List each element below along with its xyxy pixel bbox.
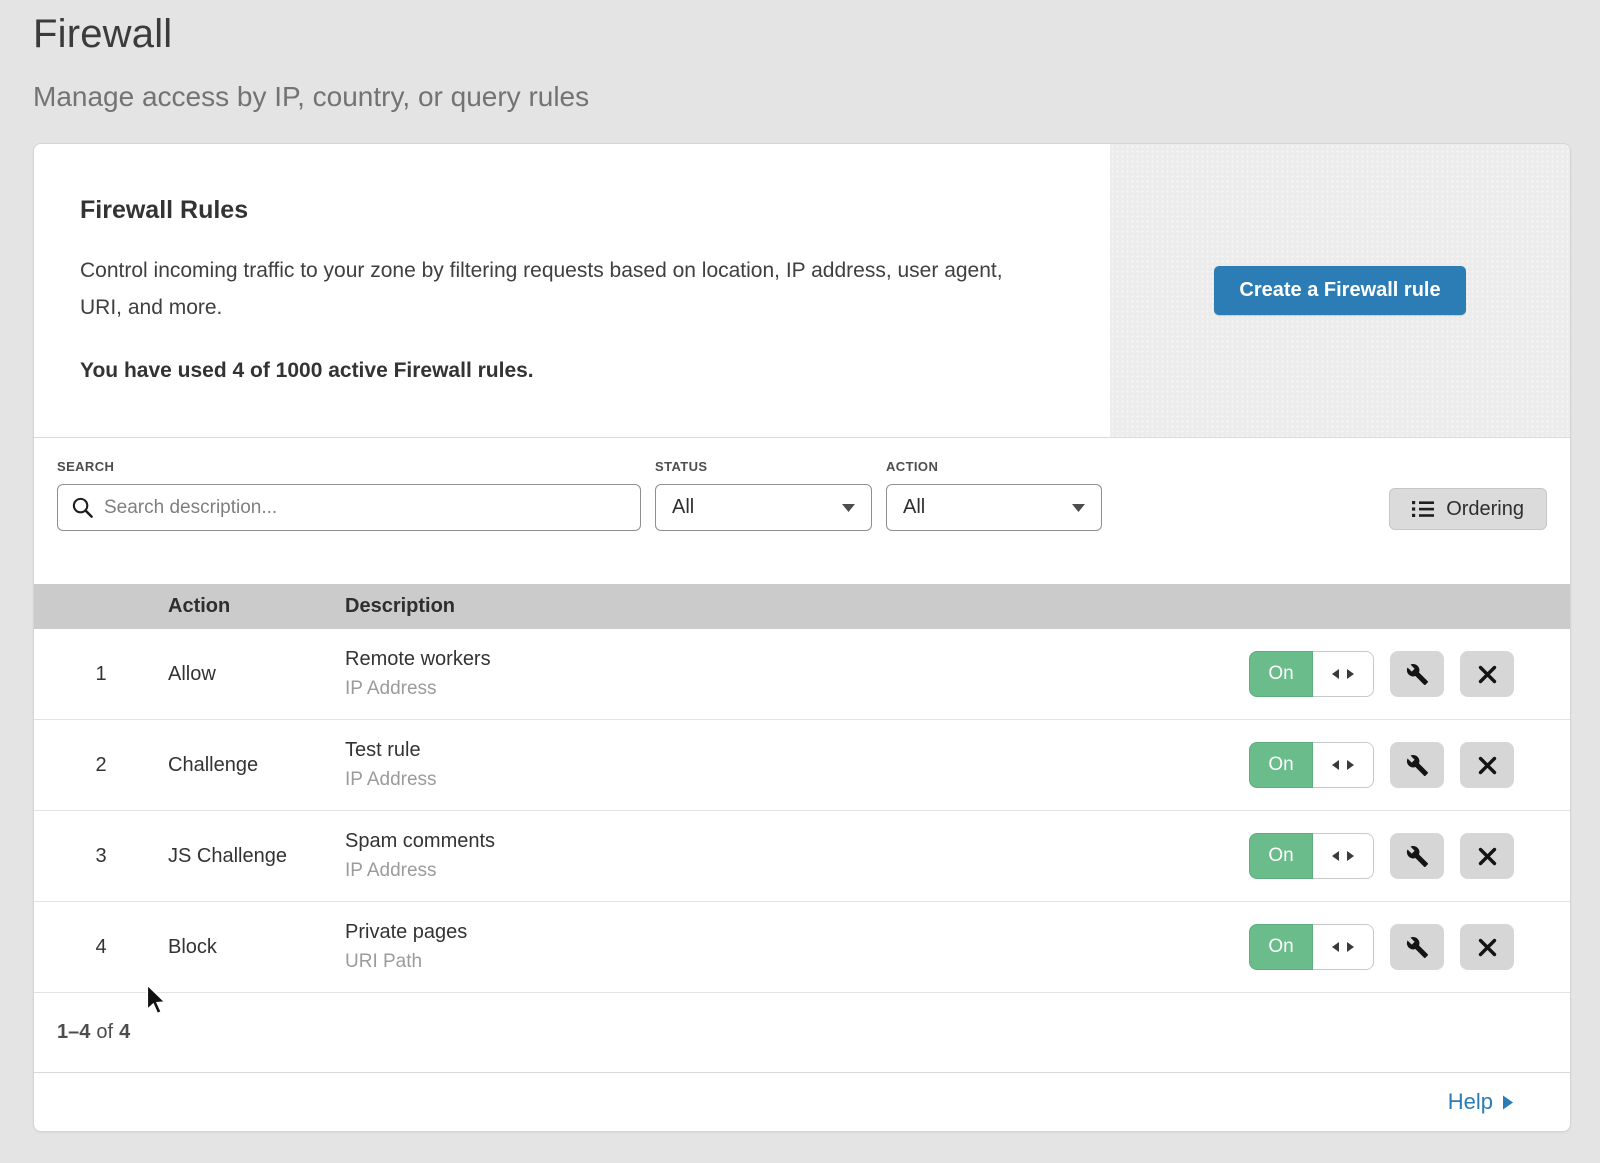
search-icon	[71, 496, 94, 519]
table-row: 2 Challenge Test rule IP Address On	[34, 720, 1570, 811]
action-select[interactable]: All	[886, 484, 1102, 531]
help-link[interactable]: Help	[1448, 1089, 1513, 1115]
pagination-of: of	[96, 1021, 113, 1044]
toggle-on-label: On	[1249, 742, 1313, 788]
rule-action: Allow	[168, 663, 345, 686]
close-icon	[1478, 756, 1497, 775]
rule-controls: On	[1249, 924, 1570, 970]
filter-bar: SEARCH STATUS All ACTION All	[34, 438, 1570, 584]
help-bar: Help	[34, 1073, 1570, 1131]
section-heading: Firewall Rules	[80, 196, 1064, 225]
rule-match-type: IP Address	[345, 769, 1249, 791]
wrench-icon	[1406, 663, 1429, 686]
rule-enabled-toggle[interactable]: On	[1249, 651, 1374, 697]
rule-description-cell: Remote workers IP Address	[345, 648, 1249, 700]
toggle-arrows-icon	[1313, 924, 1374, 970]
page-subtitle: Manage access by IP, country, or query r…	[33, 81, 1567, 113]
rule-enabled-toggle[interactable]: On	[1249, 833, 1374, 879]
rule-controls: On	[1249, 651, 1570, 697]
rule-match-type: IP Address	[345, 678, 1249, 700]
delete-rule-button[interactable]	[1460, 833, 1514, 879]
toggle-on-label: On	[1249, 651, 1313, 697]
list-icon	[1412, 500, 1434, 518]
section-description: Control incoming traffic to your zone by…	[80, 252, 1035, 326]
chevron-down-icon	[1072, 504, 1085, 512]
status-label: STATUS	[655, 459, 872, 474]
rule-priority: 3	[34, 845, 168, 868]
table-row: 3 JS Challenge Spam comments IP Address …	[34, 811, 1570, 902]
column-header-action: Action	[168, 595, 345, 618]
action-field-group: ACTION All	[886, 459, 1102, 531]
rule-match-type: URI Path	[345, 951, 1249, 973]
page-header: Firewall Manage access by IP, country, o…	[0, 0, 1600, 113]
edit-rule-button[interactable]	[1390, 924, 1444, 970]
usage-summary: You have used 4 of 1000 active Firewall …	[80, 359, 1064, 383]
edit-rule-button[interactable]	[1390, 742, 1444, 788]
delete-rule-button[interactable]	[1460, 924, 1514, 970]
intro-section: Firewall Rules Control incoming traffic …	[34, 144, 1570, 438]
chevron-down-icon	[842, 504, 855, 512]
wrench-icon	[1406, 754, 1429, 777]
column-header-description: Description	[345, 595, 1570, 618]
rule-description: Private pages	[345, 921, 1249, 944]
create-rule-panel: Create a Firewall rule	[1110, 144, 1570, 437]
toggle-arrows-icon	[1313, 833, 1374, 879]
rule-description: Remote workers	[345, 648, 1249, 671]
edit-rule-button[interactable]	[1390, 833, 1444, 879]
toggle-arrows-icon	[1313, 651, 1374, 697]
action-label: ACTION	[886, 459, 1102, 474]
wrench-icon	[1406, 845, 1429, 868]
wrench-icon	[1406, 936, 1429, 959]
pagination-range: 1–4	[57, 1021, 90, 1044]
action-selected-value: All	[903, 496, 925, 519]
rule-enabled-toggle[interactable]: On	[1249, 924, 1374, 970]
rule-priority: 4	[34, 936, 168, 959]
status-field-group: STATUS All	[655, 459, 872, 531]
status-selected-value: All	[672, 496, 694, 519]
table-row: 4 Block Private pages URI Path On	[34, 902, 1570, 993]
search-field-group: SEARCH	[57, 459, 641, 531]
rule-match-type: IP Address	[345, 860, 1249, 882]
rule-enabled-toggle[interactable]: On	[1249, 742, 1374, 788]
rule-description-cell: Spam comments IP Address	[345, 830, 1249, 882]
table-header: Action Description	[34, 584, 1570, 629]
toggle-on-label: On	[1249, 924, 1313, 970]
search-box	[57, 484, 641, 531]
search-input[interactable]	[104, 497, 627, 519]
arrow-right-icon	[1503, 1095, 1513, 1110]
toggle-on-label: On	[1249, 833, 1313, 879]
rule-action: Challenge	[168, 754, 345, 777]
ordering-button-label: Ordering	[1446, 498, 1524, 521]
rule-description: Test rule	[345, 739, 1249, 762]
delete-rule-button[interactable]	[1460, 742, 1514, 788]
close-icon	[1478, 665, 1497, 684]
pagination-bar: 1–4 of 4	[34, 993, 1570, 1073]
rule-description-cell: Private pages URI Path	[345, 921, 1249, 973]
toggle-arrows-icon	[1313, 742, 1374, 788]
intro-text-block: Firewall Rules Control incoming traffic …	[34, 144, 1110, 437]
close-icon	[1478, 847, 1497, 866]
rule-controls: On	[1249, 742, 1570, 788]
rule-priority: 1	[34, 663, 168, 686]
rule-action: JS Challenge	[168, 845, 345, 868]
firewall-rules-card: Firewall Rules Control incoming traffic …	[33, 143, 1571, 1132]
ordering-button[interactable]: Ordering	[1389, 488, 1547, 530]
delete-rule-button[interactable]	[1460, 651, 1514, 697]
status-select[interactable]: All	[655, 484, 872, 531]
pagination-total: 4	[119, 1021, 130, 1044]
help-link-label: Help	[1448, 1089, 1493, 1115]
close-icon	[1478, 938, 1497, 957]
rule-action: Block	[168, 936, 345, 959]
edit-rule-button[interactable]	[1390, 651, 1444, 697]
rule-controls: On	[1249, 833, 1570, 879]
create-firewall-rule-button[interactable]: Create a Firewall rule	[1214, 266, 1465, 315]
table-row: 1 Allow Remote workers IP Address On	[34, 629, 1570, 720]
rule-description: Spam comments	[345, 830, 1249, 853]
rule-priority: 2	[34, 754, 168, 777]
page-title: Firewall	[33, 12, 1567, 57]
search-label: SEARCH	[57, 459, 641, 474]
rule-description-cell: Test rule IP Address	[345, 739, 1249, 791]
